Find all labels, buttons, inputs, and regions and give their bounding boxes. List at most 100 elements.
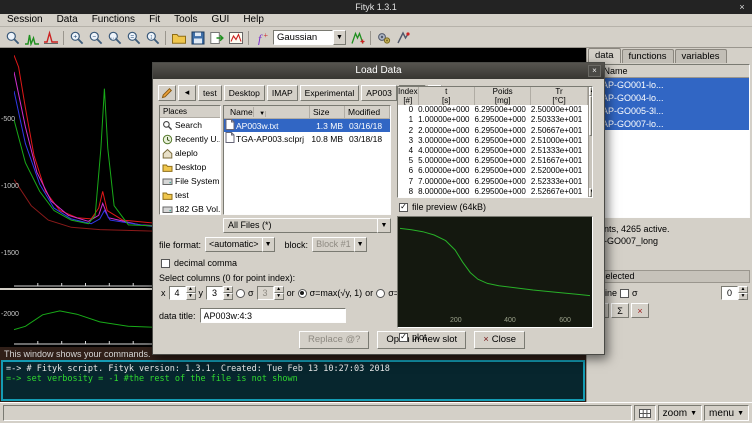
point-size-arrows[interactable]: ▲▼ xyxy=(738,286,748,300)
window-close-icon[interactable]: × xyxy=(736,0,748,14)
console-box[interactable]: =-> # Fityk script. Fityk version: 1.3.1… xyxy=(1,360,585,401)
place-182-gb-vol-[interactable]: 182 GB Vol... xyxy=(160,202,220,215)
dataset-list-header[interactable]: # Name xyxy=(590,65,749,78)
coordinates-cell[interactable] xyxy=(634,405,656,421)
define-function-icon[interactable]: f+ xyxy=(252,29,271,47)
path-button-ap003[interactable]: AP003 xyxy=(361,85,397,101)
preview-cell: 2 xyxy=(398,125,418,135)
x-column-spinner[interactable]: 4 ▲▼ xyxy=(169,286,196,300)
menu-functions[interactable]: Functions xyxy=(85,14,142,26)
dialog-titlebar[interactable]: Load Data × xyxy=(153,63,604,79)
delete-dataset-button[interactable]: × xyxy=(631,303,649,318)
dataset-row[interactable]: AP-GO004-lo... xyxy=(590,91,749,104)
decimal-comma-checkbox[interactable] xyxy=(161,259,170,268)
place-desktop[interactable]: Desktop xyxy=(160,160,220,174)
file-row[interactable]: AP003w.txt1.3 MB03/16/18 xyxy=(224,119,390,132)
data-range-mode-icon[interactable] xyxy=(22,29,41,47)
place-test[interactable]: test xyxy=(160,188,220,202)
file-list-body: AP003w.txt1.3 MB03/16/18TGA-AP003.sclprj… xyxy=(224,119,390,145)
menu-session[interactable]: Session xyxy=(0,14,50,26)
tab-data[interactable]: data xyxy=(588,48,621,63)
open-file-icon[interactable] xyxy=(169,29,188,47)
window-titlebar[interactable]: Fityk 1.3.1 × xyxy=(0,0,752,14)
chevron-down-icon[interactable]: ▼ xyxy=(262,237,275,252)
menu-dropdown[interactable]: menu ▼ xyxy=(704,405,749,421)
dialog-close-icon[interactable]: × xyxy=(588,65,601,77)
column-header-name[interactable]: Name ▼ xyxy=(224,106,310,118)
file-preview-checkbox[interactable] xyxy=(399,203,408,212)
path-button-test[interactable]: test xyxy=(198,85,222,101)
menu-data[interactable]: Data xyxy=(50,14,85,26)
scrollbar-thumb[interactable] xyxy=(589,96,592,136)
preview-column-poids[interactable]: Poids xyxy=(474,87,530,96)
sum-datasets-button[interactable]: Σ xyxy=(611,303,629,318)
sigma-one-radio[interactable] xyxy=(376,289,385,298)
zoom-all-icon[interactable]: = xyxy=(124,29,143,47)
path-scroll-left-button[interactable]: ◂ xyxy=(178,85,196,101)
preview-table-scrollbar[interactable]: ▲ ▼ xyxy=(588,87,592,197)
data-title-input[interactable] xyxy=(200,308,346,323)
zoom-mode-icon[interactable] xyxy=(3,29,22,47)
scroll-up-icon[interactable]: ▲ xyxy=(589,87,592,96)
zoom-in-icon[interactable]: + xyxy=(67,29,86,47)
place-aleplo[interactable]: aleplo xyxy=(160,146,220,160)
tab-variables[interactable]: variables xyxy=(675,49,727,63)
path-button-desktop[interactable]: Desktop xyxy=(224,85,265,101)
y-selected-header[interactable]: y selected xyxy=(589,270,750,283)
spin-up-icon[interactable]: ▲ xyxy=(223,286,233,293)
preview-column-tr[interactable]: Tr xyxy=(531,87,587,96)
type-filename-button[interactable] xyxy=(158,85,176,101)
spin-down-icon[interactable]: ▼ xyxy=(738,293,748,300)
path-button-experimental[interactable]: Experimental xyxy=(300,85,360,101)
zoom-vertical-icon[interactable]: ↕ xyxy=(143,29,162,47)
plot-checkbox[interactable] xyxy=(399,333,408,342)
tab-functions[interactable]: functions xyxy=(622,49,674,63)
y-axis-label: -1000 xyxy=(1,183,19,191)
place-recently-u-[interactable]: Recently U... xyxy=(160,132,220,146)
file-filter-select[interactable]: All Files (*) ▼ xyxy=(223,218,391,233)
place-search[interactable]: Search xyxy=(160,118,220,132)
file-row[interactable]: TGA-AP003.sclprj10.8 MB03/18/18 xyxy=(224,132,390,145)
y-spinner-arrows[interactable]: ▲▼ xyxy=(223,286,233,300)
scroll-down-icon[interactable]: ▼ xyxy=(589,188,592,197)
menu-help[interactable]: Help xyxy=(236,14,271,26)
fit-run-icon[interactable] xyxy=(374,29,393,47)
column-header-size[interactable]: Size xyxy=(310,106,345,118)
close-button[interactable]: ×Close xyxy=(474,331,525,349)
chevron-down-icon[interactable]: ▼ xyxy=(377,218,391,233)
zoom-dropdown[interactable]: zoom ▼ xyxy=(658,405,702,421)
save-session-icon[interactable] xyxy=(188,29,207,47)
chevron-down-icon[interactable]: ▼ xyxy=(333,30,346,45)
sigma-column-radio[interactable] xyxy=(236,289,245,298)
spin-up-icon[interactable]: ▲ xyxy=(738,286,748,293)
file-format-select[interactable]: <automatic> ▼ xyxy=(205,237,275,252)
menu-gui[interactable]: GUI xyxy=(205,14,237,26)
auto-add-peak-icon[interactable] xyxy=(348,29,367,47)
preview-column-t[interactable]: t xyxy=(418,87,474,96)
y-column-spinner[interactable]: 3 ▲▼ xyxy=(206,286,233,300)
column-header-modified[interactable]: Modified xyxy=(345,106,390,118)
dataset-row[interactable]: AP-GO005-3l... xyxy=(590,104,749,117)
x-spinner-arrows[interactable]: ▲▼ xyxy=(186,286,196,300)
dataset-row[interactable]: AP-GO007-lo... xyxy=(590,117,749,130)
sigma-max-radio[interactable] xyxy=(298,289,307,298)
function-type-select[interactable]: Gaussian ▼ xyxy=(273,30,346,45)
point-size-spinner[interactable]: 0 ▲▼ xyxy=(721,286,748,300)
preview-column-index[interactable]: Index xyxy=(398,87,418,96)
path-button-imap[interactable]: IMAP xyxy=(267,85,298,101)
menu-fit[interactable]: Fit xyxy=(142,14,167,26)
fit-undo-icon[interactable] xyxy=(393,29,412,47)
spin-down-icon[interactable]: ▼ xyxy=(186,293,196,300)
sigma-checkbox[interactable] xyxy=(620,289,629,298)
place-file-system[interactable]: File System xyxy=(160,174,220,188)
save-image-icon[interactable] xyxy=(226,29,245,47)
zoom-previous-icon[interactable]: … xyxy=(105,29,124,47)
add-peak-mode-icon[interactable] xyxy=(41,29,60,47)
spin-down-icon[interactable]: ▼ xyxy=(223,293,233,300)
svg-text:=: = xyxy=(130,33,134,40)
zoom-out-icon[interactable]: − xyxy=(86,29,105,47)
export-data-icon[interactable] xyxy=(207,29,226,47)
dataset-row[interactable]: AP-GO001-lo... xyxy=(590,78,749,91)
menu-tools[interactable]: Tools xyxy=(167,14,204,26)
spin-up-icon[interactable]: ▲ xyxy=(186,286,196,293)
